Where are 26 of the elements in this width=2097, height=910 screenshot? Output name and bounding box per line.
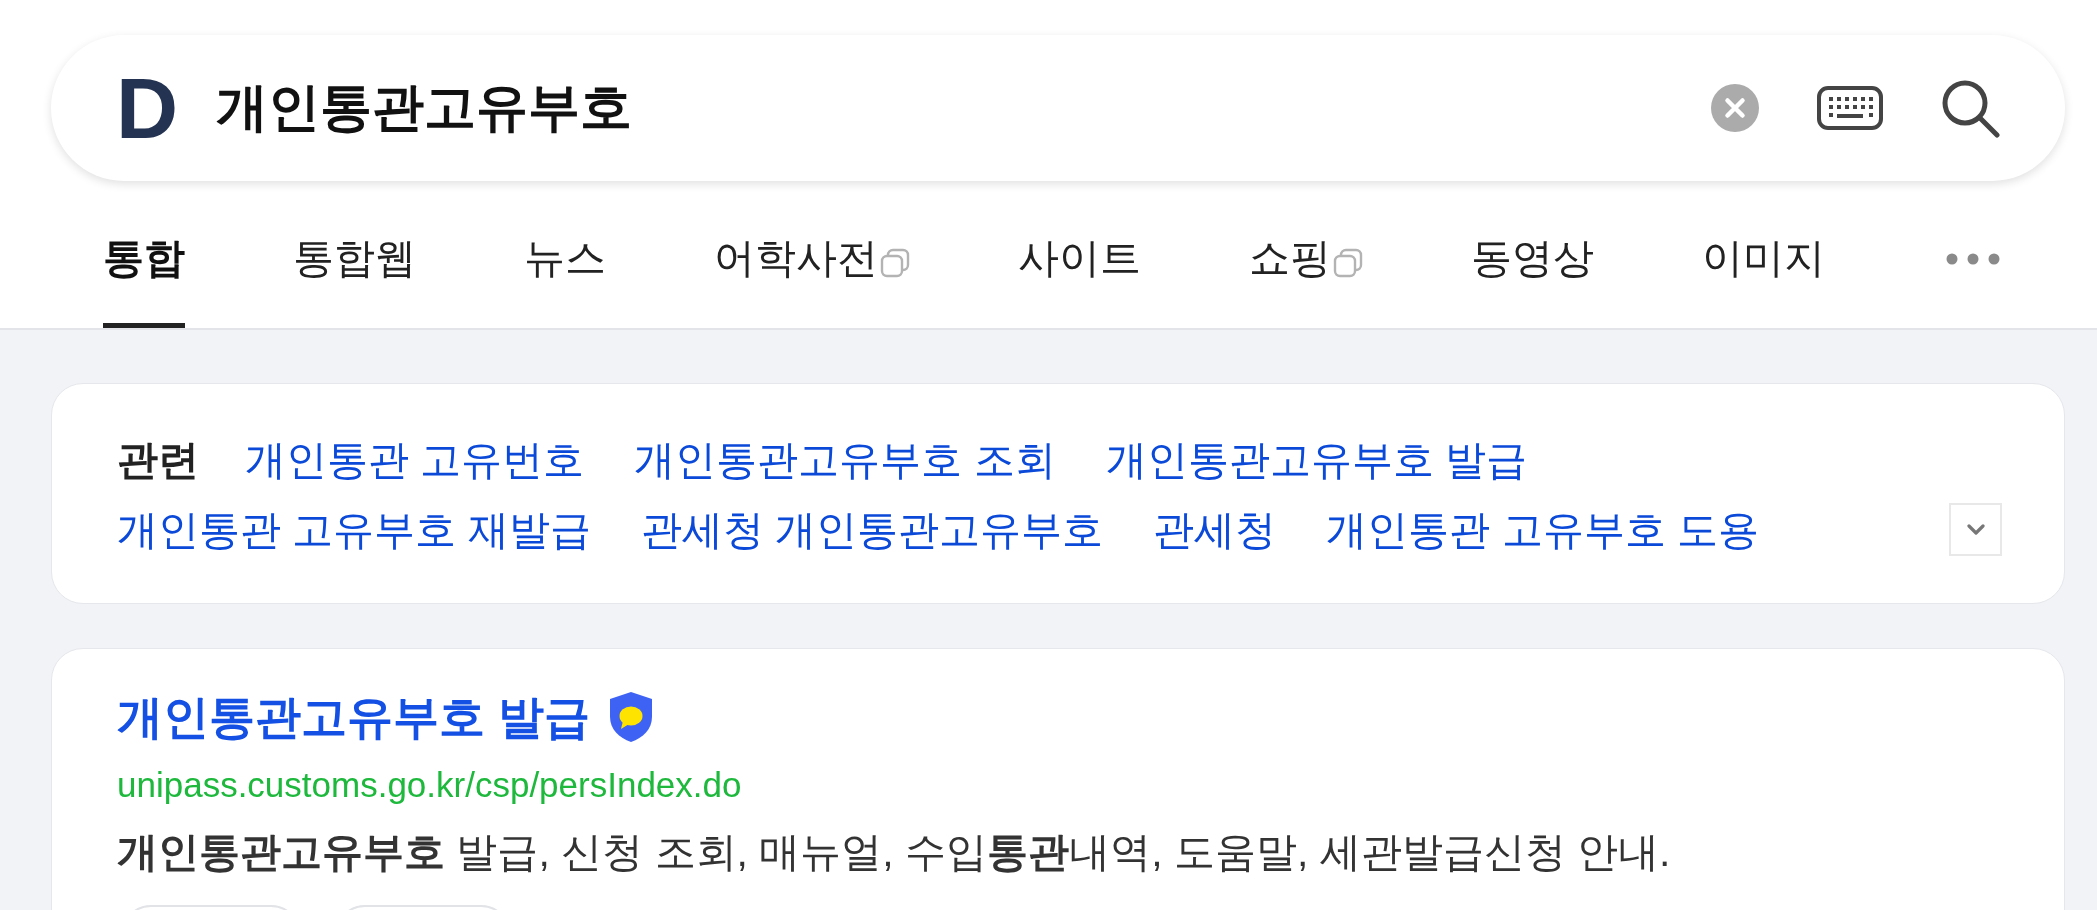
related-search-link[interactable]: 개인통관고유부호 조회 [634, 436, 1056, 484]
tab[interactable]: 어학사전 [714, 189, 910, 328]
result-description: 개인통관고유부호 발급, 신청 조회, 매뉴얼, 수입통관내역, 도움말, 세관발급신청 안내. [117, 828, 1671, 877]
tab[interactable]: 뉴스 [524, 189, 606, 328]
tab[interactable]: 통합 [103, 189, 185, 328]
related-search-link[interactable]: 개인통관고유부호 발급 [1105, 436, 1528, 484]
result-title-link[interactable]: 개인통관고유부호 발급 [117, 689, 590, 745]
tab[interactable]: 이미지 [1702, 189, 1825, 328]
logo[interactable]: D [116, 76, 179, 140]
keyboard-icon[interactable] [1817, 86, 1883, 130]
related-search-link[interactable]: 관세청 개인통관고유부호 [640, 506, 1104, 554]
more-icon[interactable] [1946, 252, 2000, 265]
caret-icon [1965, 523, 1986, 536]
tab[interactable]: 사이트 [1018, 189, 1141, 328]
related-search-link[interactable]: 개인통관 고유부호 도용 [1326, 506, 1759, 554]
related-search-link[interactable]: 개인통관 고유번호 [245, 436, 585, 484]
related-label: 관련 [117, 436, 199, 484]
tab[interactable]: 동영상 [1471, 189, 1594, 328]
expand-button[interactable] [1949, 503, 2002, 556]
search-icon[interactable] [1940, 78, 2000, 138]
clear-icon[interactable] [1711, 84, 1759, 132]
search-input[interactable]: 개인통관고유부호 [216, 72, 1691, 144]
tab[interactable]: 통합웹 [293, 189, 416, 328]
related-search-link[interactable]: 관세청 [1153, 506, 1277, 554]
tab[interactable]: 쇼핑 [1249, 189, 1363, 328]
related-search-link[interactable]: 개인통관 고유부호 재발급 [117, 506, 591, 554]
